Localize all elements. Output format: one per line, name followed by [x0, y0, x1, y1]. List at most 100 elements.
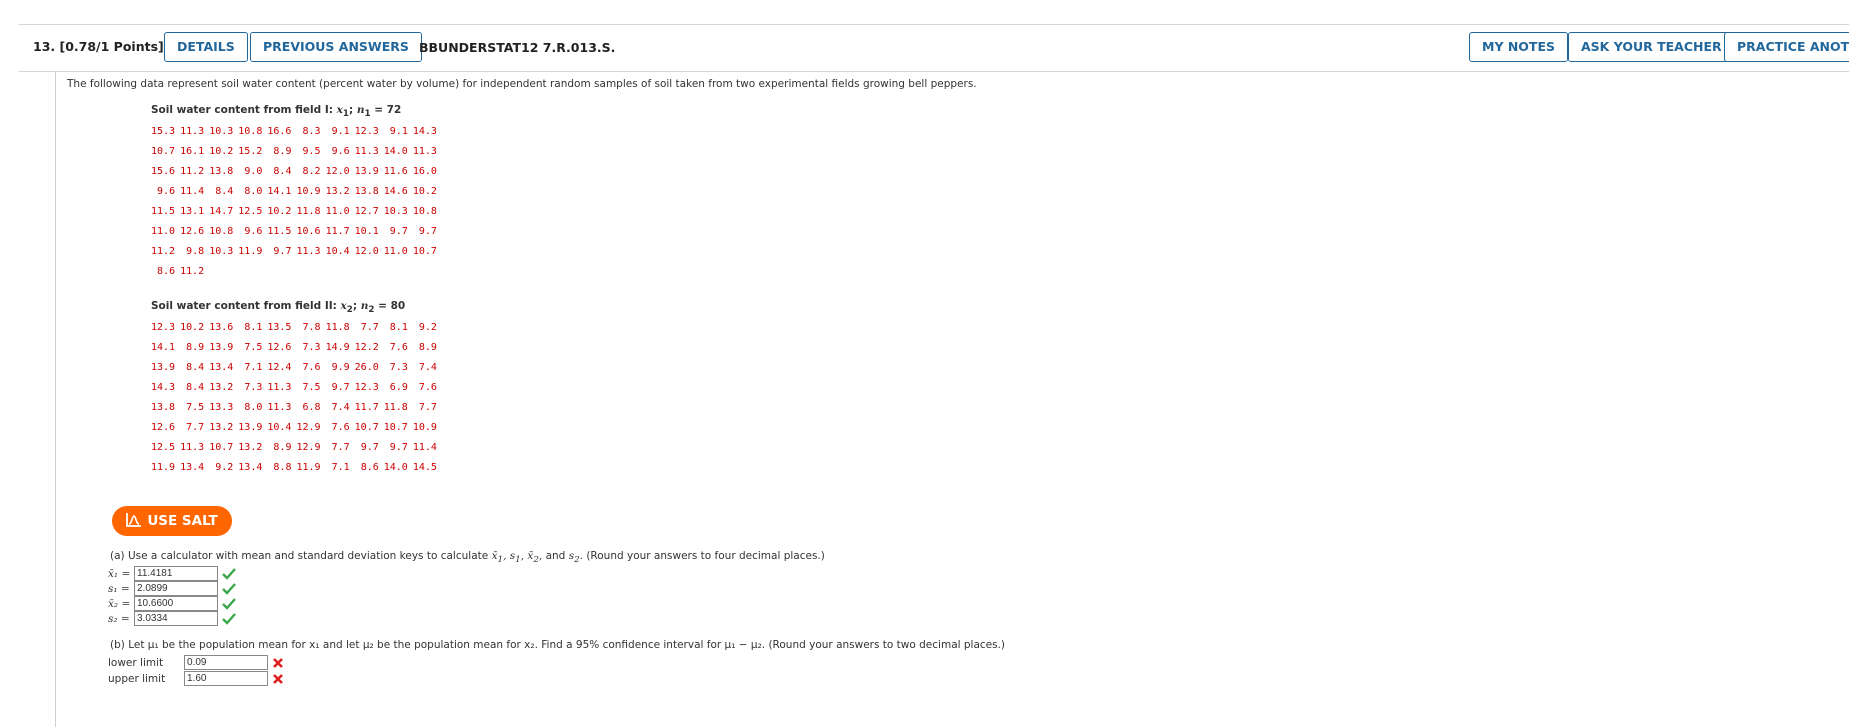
data-cell: 12.2 — [354, 341, 379, 353]
data-cell: 12.9 — [296, 421, 321, 433]
question-number: 13. [0.78/1 Points] — [33, 39, 164, 54]
data-cell: 12.9 — [296, 441, 321, 453]
data-row: 12.6 7.7 13.2 13.9 10.4 12.9 7.6 10.7 10.7 10.9 — [151, 417, 442, 437]
data-cell — [326, 261, 355, 281]
data-cell: 11.8 — [325, 321, 350, 333]
data-cell: 12.6 — [267, 341, 292, 353]
data-cell: 14.9 — [325, 341, 350, 353]
data-cell: 12.0 — [354, 245, 379, 257]
data-cell: 12.6 — [180, 225, 205, 237]
practice-another-button[interactable]: PRACTICE ANOTHER — [1724, 32, 1849, 62]
data-cell: 10.7 — [151, 145, 176, 157]
correct-check-icon — [222, 597, 236, 610]
data-cell: 9.1 — [331, 125, 350, 137]
data-cell: 9.6 — [244, 225, 263, 237]
data-cell: 8.0 — [244, 401, 263, 413]
data-cell: 7.4 — [418, 361, 437, 373]
data-cell: 10.2 — [209, 145, 234, 157]
s1-label: s₁ = — [108, 582, 130, 595]
data-cell: 11.2 — [151, 245, 176, 257]
data-cell: 10.8 — [412, 205, 437, 217]
data-cell: 11.0 — [325, 205, 350, 217]
data-cell: 11.4 — [180, 185, 205, 197]
data-cell: 12.4 — [267, 361, 292, 373]
upper-limit-row: upper limit 1.60 — [108, 671, 284, 687]
field2-data-table: 12.3 10.2 13.6 8.1 13.5 7.8 11.8 7.7 8.1 9.2 14.1 8… — [151, 317, 442, 477]
data-cell: 11.3 — [267, 381, 292, 393]
intro-text: The following data represent soil water … — [67, 78, 977, 90]
data-cell: 10.8 — [209, 225, 234, 237]
data-cell: 11.0 — [151, 225, 176, 237]
previous-answers-button[interactable]: PREVIOUS ANSWERS — [250, 32, 422, 62]
data-row: 13.8 7.5 13.3 8.0 11.3 6.8 7.4 11.7 11.8 7.7 — [151, 397, 442, 417]
data-cell: 14.5 — [412, 461, 437, 473]
data-cell: 14.1 — [151, 341, 176, 353]
data-cell: 9.7 — [389, 441, 408, 453]
data-cell: 9.7 — [331, 381, 350, 393]
data-cell: 11.0 — [383, 245, 408, 257]
field1-data-table: 15.3 11.3 10.3 10.8 16.6 8.3 9.1 12.3 9.1 14.3 10.… — [151, 121, 442, 281]
data-cell: 10.7 — [354, 421, 379, 433]
xbar2-label: x̄₂ = — [108, 597, 131, 610]
xbar2-input[interactable]: 10.6600 — [134, 596, 218, 611]
data-cell: 11.3 — [354, 145, 379, 157]
upper-limit-input[interactable]: 1.60 — [184, 671, 268, 686]
incorrect-x-icon — [273, 657, 283, 668]
data-cell: 8.6 — [157, 265, 176, 277]
data-cell: 7.6 — [418, 381, 437, 393]
data-cell: 11.7 — [325, 225, 350, 237]
answer-row-xbar1: x̄₁ = 11.4181 — [108, 566, 236, 582]
data-cell: 7.5 — [302, 381, 321, 393]
data-cell: 11.7 — [354, 401, 379, 413]
data-row: 11.9 13.4 9.2 13.4 8.8 11.9 7.1 8.6 14.0 14.5 — [151, 457, 442, 477]
my-notes-button[interactable]: MY NOTES — [1469, 32, 1568, 62]
data-cell: 10.4 — [267, 421, 292, 433]
data-cell: 16.1 — [180, 145, 205, 157]
question-header: 13. [0.78/1 Points] DETAILS PREVIOUS ANS… — [19, 24, 1849, 72]
incorrect-x-icon — [273, 673, 283, 684]
lower-limit-label: lower limit — [108, 656, 164, 669]
xbar1-input[interactable]: 11.4181 — [134, 566, 218, 581]
ask-your-teacher-button[interactable]: ASK YOUR TEACHER — [1568, 32, 1735, 62]
data-row: 14.3 8.4 13.2 7.3 11.3 7.5 9.7 12.3 6.9 7.6 — [151, 377, 442, 397]
data-cell: 12.3 — [354, 381, 379, 393]
data-cell: 16.6 — [267, 125, 292, 137]
data-cell: 10.2 — [267, 205, 292, 217]
lower-limit-input[interactable]: 0.09 — [184, 655, 268, 670]
data-cell: 11.9 — [238, 245, 263, 257]
s1-input[interactable]: 2.0899 — [134, 581, 218, 596]
data-cell: 13.9 — [209, 341, 234, 353]
data-cell: 14.3 — [151, 381, 176, 393]
data-cell: 13.9 — [238, 421, 263, 433]
data-cell: 14.0 — [383, 145, 408, 157]
data-cell: 6.8 — [302, 401, 321, 413]
data-cell: 13.2 — [209, 381, 234, 393]
field2-data-block: Soil water content from field II: x2; n2… — [151, 300, 442, 477]
use-salt-button[interactable]: USE SALT — [112, 506, 232, 536]
data-cell: 8.4 — [273, 165, 292, 177]
data-cell: 10.3 — [209, 125, 234, 137]
data-cell: 13.6 — [209, 321, 234, 333]
data-cell: 8.1 — [389, 321, 408, 333]
data-cell: 8.6 — [360, 461, 379, 473]
data-row: 10.7 16.1 10.2 15.2 8.9 9.5 9.6 11.3 14.0 11.3 — [151, 141, 442, 161]
data-cell: 14.7 — [209, 205, 234, 217]
data-cell: 15.3 — [151, 125, 176, 137]
data-cell — [355, 261, 384, 281]
data-cell: 12.0 — [325, 165, 350, 177]
correct-check-icon — [222, 612, 236, 625]
question-code: BBUNDERSTAT12 7.R.013.S. — [419, 40, 616, 55]
data-cell: 13.3 — [209, 401, 234, 413]
data-cell: 15.6 — [151, 165, 176, 177]
data-cell: 8.9 — [273, 441, 292, 453]
details-button[interactable]: DETAILS — [164, 32, 248, 62]
s2-input[interactable]: 3.0334 — [134, 611, 218, 626]
data-cell: 11.5 — [151, 205, 176, 217]
data-cell: 11.3 — [412, 145, 437, 157]
data-cell: 8.8 — [273, 461, 292, 473]
data-row: 11.2 9.8 10.3 11.9 9.7 11.3 10.4 12.0 11.0 10.7 — [151, 241, 442, 261]
data-row: 13.9 8.4 13.4 7.1 12.4 7.6 9.9 26.0 7.3 7.4 — [151, 357, 442, 377]
data-cell: 11.3 — [180, 441, 205, 453]
data-cell: 9.2 — [418, 321, 437, 333]
data-cell: 13.2 — [238, 441, 263, 453]
